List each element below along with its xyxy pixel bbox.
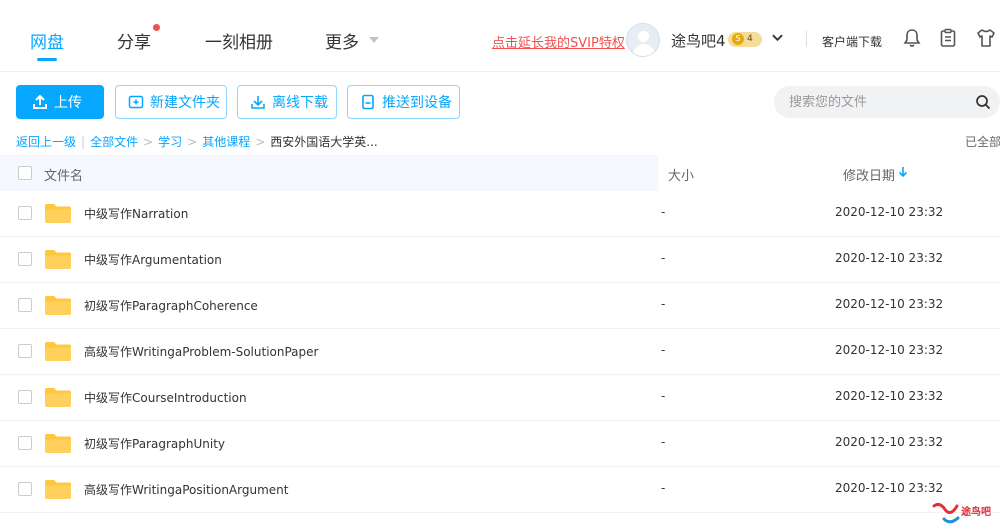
row-checkbox[interactable] (18, 390, 32, 404)
svip-renew-link[interactable]: 点击延长我的SVIP特权 (492, 32, 625, 51)
watermark-text: 途鸟吧 (961, 507, 991, 518)
file-date: 2020-12-10 23:32 (835, 435, 944, 449)
nav-album[interactable]: 一刻相册 (205, 28, 273, 53)
table-row[interactable]: 初级写作ParagraphCoherence - 2020-12-10 23:32 (0, 283, 1000, 329)
file-date: 2020-12-10 23:32 (835, 343, 944, 357)
breadcrumb-back[interactable]: 返回上一级 (16, 135, 76, 149)
row-checkbox[interactable] (18, 436, 32, 450)
column-header-size[interactable]: 大小 (668, 165, 694, 184)
offline-download-button[interactable]: 离线下载 (237, 85, 337, 119)
file-date: 2020-12-10 23:32 (835, 297, 944, 311)
folder-icon (45, 480, 71, 499)
offline-download-label: 离线下载 (272, 95, 328, 111)
row-checkbox[interactable] (18, 482, 32, 496)
search-input[interactable] (789, 86, 969, 118)
file-size: - (661, 343, 666, 357)
vip-level: 4 (747, 34, 753, 44)
file-size: - (661, 297, 666, 311)
file-size: - (661, 481, 666, 495)
new-folder-label: 新建文件夹 (150, 95, 220, 111)
row-checkbox[interactable] (18, 206, 32, 220)
push-to-device-label: 推送到设备 (382, 95, 452, 111)
file-size: - (661, 251, 666, 265)
nav-share[interactable]: 分享 (117, 28, 151, 53)
table-header-name-cell (0, 155, 658, 191)
client-download-link[interactable]: 客户端下载 (822, 33, 882, 50)
breadcrumb-item-all-files[interactable]: 全部文件 (90, 135, 138, 149)
folder-icon (45, 342, 71, 361)
header-divider (806, 31, 807, 47)
nav-active-indicator (37, 58, 57, 61)
new-folder-button[interactable]: 新建文件夹 (115, 85, 227, 119)
table-header: 文件名 大小 修改日期 (0, 155, 1000, 191)
folder-icon (45, 388, 71, 407)
row-checkbox[interactable] (18, 252, 32, 266)
table-row[interactable]: 中级写作CourseIntroduction - 2020-12-10 23:32 (0, 375, 1000, 421)
file-date: 2020-12-10 23:32 (835, 389, 944, 403)
chevron-down-icon[interactable] (772, 32, 783, 43)
folder-icon (45, 204, 71, 223)
push-to-device-button[interactable]: 推送到设备 (347, 85, 460, 119)
bell-icon[interactable] (902, 28, 922, 48)
select-all-checkbox[interactable] (18, 166, 32, 180)
upload-button[interactable]: 上传 (16, 85, 104, 119)
table-row[interactable]: 高级写作WritingaProblem-SolutionPaper - 2020-1… (0, 329, 1000, 375)
search-box (774, 86, 1000, 118)
folder-icon (45, 250, 71, 269)
file-size: - (661, 389, 666, 403)
file-name[interactable]: 初级写作ParagraphCoherence (84, 297, 258, 314)
file-size: - (661, 435, 666, 449)
username[interactable]: 途鸟吧4 (671, 30, 726, 51)
table-row[interactable]: 高级写作WritingaPositionArgument - 2020-12-10 … (0, 467, 1000, 513)
upload-icon (33, 94, 47, 109)
clipboard-icon[interactable] (938, 28, 958, 48)
column-header-date[interactable]: 修改日期 (843, 165, 895, 184)
upload-label: 上传 (54, 95, 82, 111)
file-name[interactable]: 初级写作ParagraphUnity (84, 435, 225, 452)
breadcrumb: 返回上一级 | 全部文件 > 学习 > 其他课程 > 西安外国语大学英... (16, 135, 378, 149)
column-header-name[interactable]: 文件名 (44, 165, 83, 184)
top-navbar: 网盘 分享 一刻相册 更多 点击延长我的SVIP特权 途鸟吧4 S4 客户端下载 (0, 0, 1000, 72)
breadcrumb-current: 西安外国语大学英... (270, 135, 378, 149)
file-name[interactable]: 高级写作WritingaProblem-SolutionPaper (84, 343, 318, 360)
file-name[interactable]: 中级写作CourseIntroduction (84, 389, 247, 406)
download-icon (251, 96, 265, 109)
avatar[interactable] (626, 23, 660, 57)
table-row[interactable]: 中级写作Narration - 2020-12-10 23:32 (0, 191, 1000, 237)
nav-netdisk[interactable]: 网盘 (30, 28, 64, 53)
tshirt-icon[interactable] (976, 28, 996, 48)
search-icon[interactable] (975, 94, 991, 110)
file-name[interactable]: 中级写作Argumentation (84, 251, 222, 268)
breadcrumb-item-other-courses[interactable]: 其他课程 (202, 135, 250, 149)
folder-icon (45, 296, 71, 315)
table-row[interactable]: 初级写作ParagraphUnity - 2020-12-10 23:32 (0, 421, 1000, 467)
loaded-status: 已全部 (965, 135, 1000, 149)
row-checkbox[interactable] (18, 298, 32, 312)
file-size: - (661, 205, 666, 219)
file-date: 2020-12-10 23:32 (835, 481, 944, 495)
caret-down-icon[interactable] (369, 37, 379, 43)
device-icon (362, 94, 374, 110)
row-checkbox[interactable] (18, 344, 32, 358)
breadcrumb-item-study[interactable]: 学习 (158, 135, 182, 149)
nav-more[interactable]: 更多 (325, 28, 359, 53)
add-folder-icon (128, 95, 144, 109)
folder-icon (45, 434, 71, 453)
share-notification-dot (153, 24, 160, 31)
file-name[interactable]: 高级写作WritingaPositionArgument (84, 481, 288, 498)
vip-coin-icon: S (732, 33, 744, 45)
file-date: 2020-12-10 23:32 (835, 251, 944, 265)
vip-level-badge: S4 (728, 32, 762, 47)
file-date: 2020-12-10 23:32 (835, 205, 944, 219)
file-name[interactable]: 中级写作Narration (84, 205, 188, 222)
table-row[interactable]: 中级写作Argumentation - 2020-12-10 23:32 (0, 237, 1000, 283)
sort-down-icon[interactable] (898, 166, 908, 178)
